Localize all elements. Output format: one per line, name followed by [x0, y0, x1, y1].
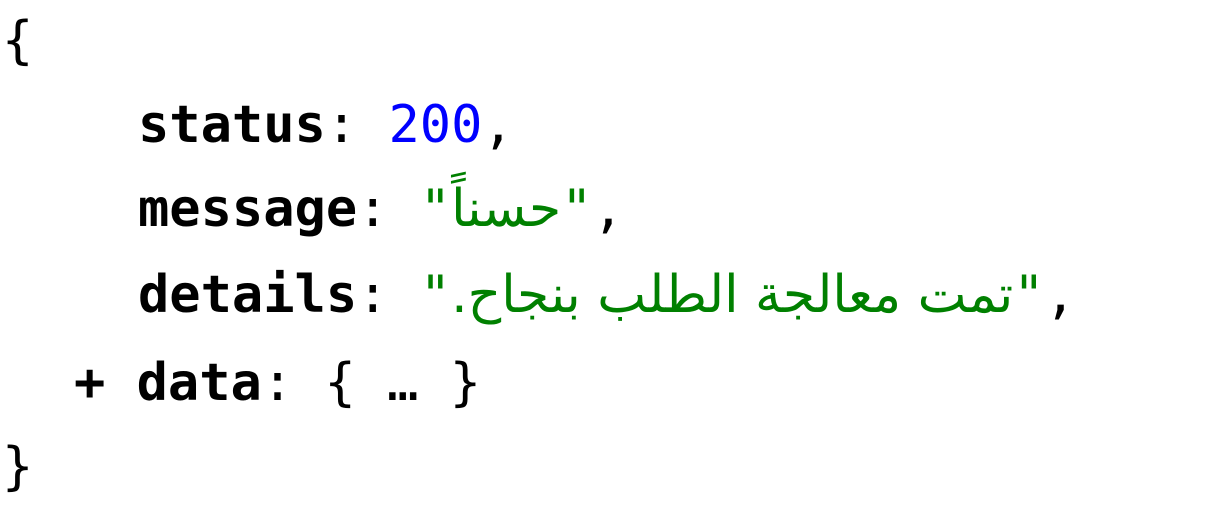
message-value: "حسناً" [420, 179, 593, 239]
details-text: تمت معالجة الطلب بنجاح. [451, 265, 1014, 325]
comma: , [592, 179, 624, 239]
collapsed-object[interactable]: { … } [324, 353, 481, 413]
message-row: message: "حسناً", [138, 170, 624, 248]
details-value: "تمت معالجة الطلب بنجاح." [420, 265, 1045, 325]
colon: : [261, 353, 294, 413]
status-key: status [138, 95, 326, 155]
data-key: data [136, 353, 262, 413]
comma: , [482, 95, 514, 155]
collapsed-close-brace: } [449, 353, 482, 413]
root-close-brace: } [2, 428, 33, 506]
quote-open: " [419, 179, 452, 239]
close-brace: } [2, 437, 34, 497]
quote-close: " [561, 179, 593, 239]
colon: : [325, 95, 358, 155]
colon: : [357, 179, 389, 239]
message-key: message [138, 179, 358, 239]
status-value: 200 [388, 95, 483, 155]
colon: : [357, 265, 389, 325]
open-brace: { [2, 11, 34, 71]
status-row: status: 200, [138, 86, 514, 164]
collapsed-ellipsis: … [387, 353, 419, 413]
details-key: details [138, 265, 358, 325]
details-row: details: "تمت معالجة الطلب بنجاح.", [138, 256, 1076, 334]
root-open-brace: { [2, 2, 33, 80]
expand-toggle[interactable]: + [74, 353, 105, 413]
quote-open: " [419, 265, 452, 325]
message-text: حسناً [451, 179, 562, 239]
comma: , [1044, 265, 1076, 325]
collapsed-open-brace: { [324, 353, 356, 413]
json-viewer: { status: 200, message: "حسناً", details… [0, 0, 1205, 512]
quote-close: " [1013, 265, 1045, 325]
data-row[interactable]: + data: { … } [74, 344, 481, 422]
